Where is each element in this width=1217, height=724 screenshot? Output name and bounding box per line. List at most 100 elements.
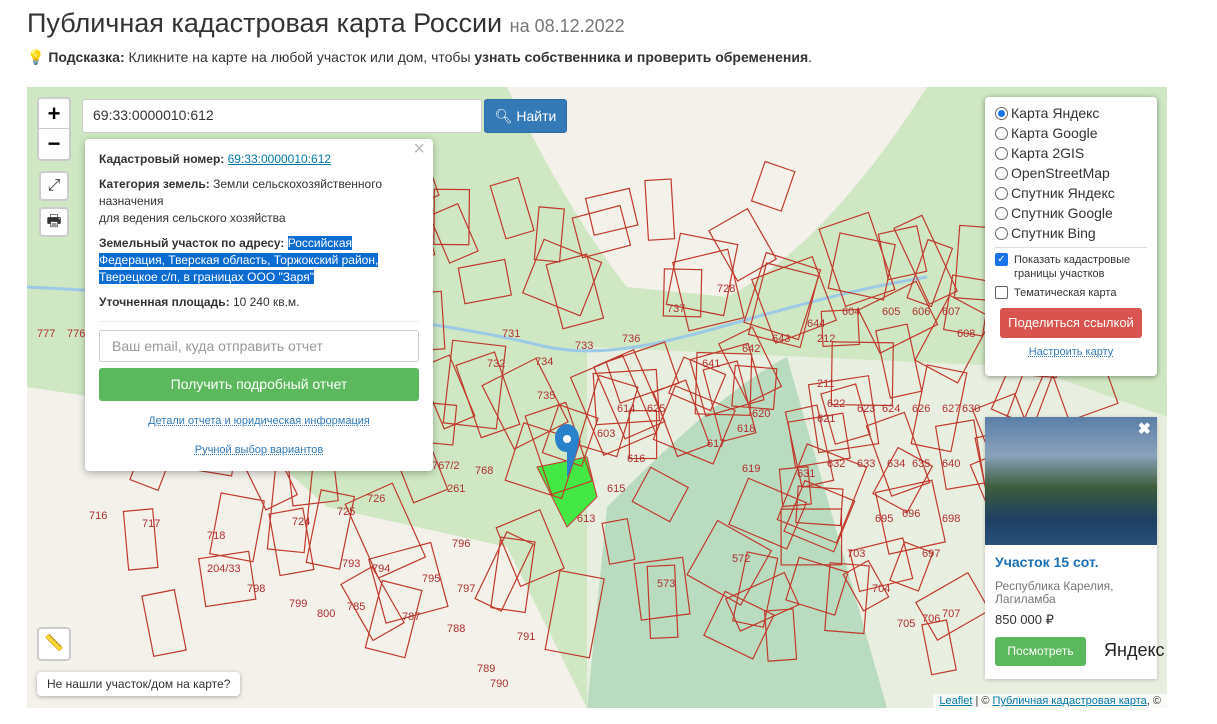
parcel-label: 618	[737, 423, 755, 435]
cadastral-map[interactable]: 731 732 733 734 735 736 737 728 603 614 625 616 615 6…	[27, 87, 1167, 708]
close-icon[interactable]: ×	[413, 139, 425, 159]
radio-icon	[995, 106, 1008, 120]
parcel-label: 613	[577, 513, 595, 525]
parcel-label: 732	[487, 358, 505, 370]
parcel-label: 705	[897, 618, 915, 630]
layer-option[interactable]: Карта Google	[995, 123, 1147, 143]
parcel-label: 789	[477, 663, 495, 675]
parcel-label: 641	[702, 358, 720, 370]
fullscreen-button[interactable]: ⤢	[39, 171, 69, 201]
search-icon: 🔍︎	[494, 108, 513, 124]
pkk-link[interactable]: Публичная кадастровая карта	[993, 695, 1147, 707]
parcel-label: 718	[207, 530, 225, 542]
zoom-out-button[interactable]: −	[39, 129, 69, 159]
parcel-label: 261	[447, 483, 465, 495]
attribution: Leaflet | © Публичная кадастровая карта,…	[933, 694, 1167, 708]
parcel-label: 635	[912, 458, 930, 470]
parcel-label: 716	[89, 510, 107, 522]
parcel-label: 698	[942, 513, 960, 525]
ad-title[interactable]: Участок 15 сот.	[995, 554, 1147, 570]
manual-selection-link[interactable]: Ручной выбор вариантов	[99, 442, 419, 459]
cadastral-number-link[interactable]: 69:33:0000010:612	[228, 152, 331, 166]
parcel-label: 777	[37, 328, 55, 340]
parcel-label: 797	[457, 583, 475, 595]
parcel-label: 606	[912, 306, 930, 318]
parcel-label: 695	[875, 513, 893, 525]
yandex-logo: Яндекс	[1104, 640, 1165, 660]
parcel-label: 704	[872, 583, 890, 595]
show-borders-checkbox[interactable]: ✓ Показать кадастровые границы участков	[995, 253, 1147, 281]
parcel-label: 616	[627, 453, 645, 465]
parcel-label: 793	[342, 558, 360, 570]
parcel-label: 619	[742, 463, 760, 475]
parcel-label: 796	[452, 538, 470, 550]
parcel-popup: × Кадастровый номер: 69:33:0000010:612 К…	[85, 139, 433, 471]
get-report-button[interactable]: Получить подробный отчет	[99, 368, 419, 401]
parcel-label: 767/2	[432, 460, 460, 472]
find-button[interactable]: 🔍︎ Найти	[484, 99, 567, 133]
parcel-label: 604	[842, 306, 860, 318]
thematic-map-checkbox[interactable]: Тематическая карта	[995, 286, 1147, 300]
parcel-label: 737	[667, 303, 685, 315]
share-link-button[interactable]: Поделиться ссылкой	[1000, 308, 1142, 338]
parcel-label: 717	[142, 518, 160, 530]
view-ad-button[interactable]: Посмотреть	[995, 637, 1086, 666]
parcel-label: 794	[372, 563, 390, 575]
zoom-in-button[interactable]: +	[39, 99, 69, 129]
parcel-label: 736	[622, 333, 640, 345]
parcel-label: 790	[490, 678, 508, 690]
parcel-label: 788	[447, 623, 465, 635]
layer-option[interactable]: Спутник Яндекс	[995, 183, 1147, 203]
parcel-label: 795	[422, 573, 440, 585]
parcel-label: 800	[317, 608, 335, 620]
layer-option[interactable]: OpenStreetMap	[995, 163, 1147, 183]
zoom-control: + −	[37, 97, 71, 161]
radio-icon	[995, 166, 1008, 180]
radio-icon	[995, 126, 1008, 140]
parcel-label: 734	[535, 356, 553, 368]
parcel-label: 627	[942, 403, 960, 415]
configure-map-link[interactable]: Настроить карту	[995, 346, 1147, 358]
parcel-label: 608	[957, 328, 975, 340]
parcel-label: 731	[502, 328, 520, 340]
layer-option[interactable]: Спутник Google	[995, 203, 1147, 223]
parcel-label: 791	[517, 631, 535, 643]
parcel-label: 624	[882, 403, 900, 415]
layer-option[interactable]: Спутник Bing	[995, 223, 1147, 243]
print-button[interactable]: 🖶	[39, 207, 69, 237]
parcel-label: 697	[922, 548, 940, 560]
parcel-label: 625	[647, 403, 665, 415]
not-found-button[interactable]: Не нашли участок/дом на карте?	[37, 672, 241, 696]
parcel-label: 573	[657, 578, 675, 590]
parcel-label: 620	[752, 408, 770, 420]
parcel-label: 607	[942, 306, 960, 318]
radio-icon	[995, 146, 1008, 160]
ruler-button[interactable]: 📏	[37, 627, 71, 661]
expand-icon: ⤢	[47, 177, 61, 194]
email-input[interactable]: Ваш email, куда отправить отчет	[99, 330, 419, 362]
close-ad-icon[interactable]: ✖	[1138, 419, 1151, 439]
printer-icon: 🖶	[46, 213, 62, 230]
bulb-icon: 💡	[27, 49, 45, 65]
parcel-label: 798	[247, 583, 265, 595]
parcel-label: 799	[289, 598, 307, 610]
parcel-label: 617	[707, 438, 725, 450]
checkbox-checked-icon: ✓	[995, 253, 1008, 266]
layer-option[interactable]: Карта 2GIS	[995, 143, 1147, 163]
parcel-label: 703	[847, 548, 865, 560]
ad-photo	[985, 417, 1157, 545]
parcel-label: 622	[827, 398, 845, 410]
parcel-label: 640	[942, 458, 960, 470]
radio-icon	[995, 206, 1008, 220]
date: на 08.12.2022	[509, 16, 625, 36]
parcel-label: 776	[67, 328, 85, 340]
search-input[interactable]: 69:33:0000010:612	[82, 99, 482, 133]
parcel-label: 211	[817, 378, 835, 390]
layer-option[interactable]: Карта Яндекс	[995, 103, 1147, 123]
report-details-link[interactable]: Детали отчета и юридическая информация	[99, 413, 419, 430]
parcel-label: 785	[347, 601, 365, 613]
parcel-label: 605	[882, 306, 900, 318]
checkbox-icon	[995, 286, 1008, 299]
parcel-label: 204/33	[207, 563, 241, 575]
leaflet-link[interactable]: Leaflet	[939, 695, 972, 707]
